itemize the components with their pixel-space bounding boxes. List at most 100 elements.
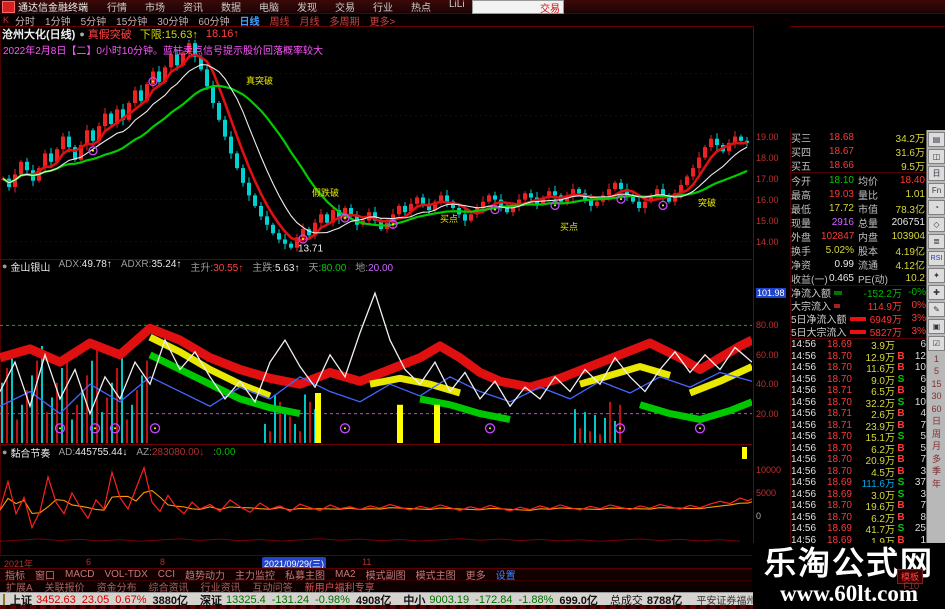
clock-icon[interactable]: ◔ <box>928 200 945 215</box>
quote-value: 10.2 <box>905 272 925 284</box>
main-candlestick-chart[interactable]: 真突破假跌破买点买点突破23.4513.71 <box>0 40 752 258</box>
quote-row: 净资 0.99 流通 4.12亿 <box>791 257 927 272</box>
period-shortcut-30[interactable]: 30 <box>931 392 941 401</box>
index-value: 9003.19 <box>429 593 470 606</box>
svg-text:13.71: 13.71 <box>298 244 323 255</box>
pen-icon[interactable]: ✎ <box>928 302 945 317</box>
menu-item-热点[interactable]: 热点 <box>402 0 440 14</box>
flow-meter <box>849 316 866 321</box>
trade-float-panel[interactable]: 交易 <box>472 0 564 15</box>
period-item-60分钟[interactable]: 60分钟 <box>198 13 229 28</box>
bid-label: 买五 <box>791 161 811 173</box>
bid-price: 18.66 <box>828 159 854 171</box>
quote-value: 4.19亿 <box>895 246 925 258</box>
tick-count: 5 <box>920 431 926 443</box>
tick-time: 14:56 <box>791 385 817 397</box>
quote-value: 18.10 <box>828 174 854 186</box>
period-item-更多>[interactable]: 更多> <box>370 13 396 28</box>
capture-icon[interactable]: ▣ <box>928 319 945 334</box>
diamond-icon[interactable]: ◇ <box>928 217 945 232</box>
quote-value: 4.12亿 <box>895 260 925 272</box>
tick-flag: S <box>897 488 905 500</box>
note-icon[interactable] <box>3 593 5 606</box>
period-shortcut-周[interactable]: 周 <box>932 429 941 439</box>
tick-count: 7 <box>920 500 926 512</box>
period-shortcut-月[interactable]: 月 <box>932 442 941 451</box>
period-shortcut-60[interactable]: 60 <box>931 404 941 414</box>
tick-flag: B <box>897 511 905 523</box>
date-label[interactable]: 11 <box>362 557 371 567</box>
index-value: -0.98% <box>315 593 350 606</box>
axis-label: 19.00 <box>756 131 779 142</box>
tick-flag: S <box>897 396 905 408</box>
quote-label: 股本 <box>858 246 878 258</box>
tick-time: 14:56 <box>791 339 817 351</box>
axis-label: 0 <box>756 511 762 521</box>
money-flow-row: 5日大宗流入 5827万 3% <box>791 325 927 339</box>
tick-flag: B <box>897 350 905 362</box>
menu-item-LiLi[interactable]: LiLi <box>440 0 474 14</box>
rsi-icon[interactable]: RSI <box>928 251 945 266</box>
period-shortcut-5[interactable]: 5 <box>934 367 939 376</box>
tick-price: 18.70 <box>826 350 852 362</box>
period-item-月线[interactable]: 月线 <box>300 13 320 28</box>
bid-row: 买五 18.66 9.5万 <box>791 158 927 173</box>
period-shortcut-季[interactable]: 季 <box>932 467 941 476</box>
status-bar: 上证 3452.63 23.05 0.67% 3880亿 深证 13325.4 -131.24… <box>0 592 776 607</box>
tick-count: 6 <box>920 373 926 385</box>
tick-flag: B <box>897 500 905 512</box>
check-icon[interactable]: ☑ <box>928 336 945 351</box>
quote-panel: 买三 18.68 34.2万 买四 18.67 31.6万 买五 18.66 9.5万 今开 18.… <box>790 130 927 548</box>
period-shortcut-1[interactable]: 1 <box>934 354 939 364</box>
tick-time: 14:56 <box>791 373 817 385</box>
tick-flag: S <box>897 477 905 489</box>
quote-value: 103904 <box>891 230 925 242</box>
list-icon[interactable]: ≣ <box>928 234 945 249</box>
svg-text:突破: 突破 <box>698 197 716 208</box>
tick-price: 18.70 <box>826 454 852 466</box>
mid-indicator-chart[interactable] <box>0 272 752 443</box>
period-item-周线[interactable]: 周线 <box>270 13 290 28</box>
tick-price: 18.70 <box>826 431 852 443</box>
bottom-indicator-chart[interactable] <box>0 445 752 553</box>
main-chart-header: 沧州大化(日线) ● 真假突破 下限:15.63↑ 18.16↑ <box>2 27 752 41</box>
extension-tabs-row: 扩展A 关联报价 资金分布 综合资讯 行业资讯 互动问答 新用户福利专享 <box>0 580 752 594</box>
move-icon[interactable]: ✚ <box>928 285 945 300</box>
date-label[interactable]: 8 <box>160 557 165 567</box>
tick-time: 14:56 <box>791 431 817 443</box>
fn-icon[interactable]: Fn <box>928 183 945 198</box>
quote-row: 外盘 102847 内盘 103904 <box>791 229 927 244</box>
star-icon[interactable]: ✦ <box>928 268 945 283</box>
date-label[interactable]: 6 <box>86 557 91 567</box>
period-shortcut-多[interactable]: 多 <box>932 454 941 464</box>
quote-label: 最高 <box>791 190 811 202</box>
kline-icon[interactable]: K <box>3 15 9 25</box>
quote-row: 收益(一) 0.465 PE(动) 10.2 <box>791 271 927 286</box>
tick-price: 18.70 <box>826 500 852 512</box>
tick-count: 7 <box>920 419 926 431</box>
trade-button[interactable]: 交易 <box>540 0 560 15</box>
period-item-日线[interactable]: 日线 <box>240 13 260 28</box>
tick-flag: B <box>897 465 905 477</box>
period-shortcut-日[interactable]: 日 <box>932 417 941 426</box>
quote-row: 最低 17.72 市值 78.3亿 <box>791 201 927 216</box>
bottom-indicator-name[interactable]: 黏合节奏 <box>10 445 50 460</box>
tick-count: 5 <box>920 442 926 454</box>
bid-price: 18.67 <box>828 145 854 157</box>
axis-label: 40.00 <box>756 379 779 390</box>
quote-label: 今开 <box>791 176 811 188</box>
window-icon[interactable]: ◫ <box>928 149 945 164</box>
tick-price: 18.69 <box>826 339 852 351</box>
panel-icon[interactable]: ▤ <box>928 132 945 147</box>
f10-label[interactable]: F10 <box>903 581 919 591</box>
tick-time: 14:56 <box>791 454 817 466</box>
period-item-多周期[interactable]: 多周期 <box>330 13 360 28</box>
period-shortcut-年[interactable]: 年 <box>932 479 941 489</box>
calendar-icon[interactable]: 日 <box>928 166 945 181</box>
period-shortcut-15[interactable]: 15 <box>931 379 941 389</box>
svg-text:假跌破: 假跌破 <box>312 187 339 198</box>
tick-flag: B <box>897 408 905 420</box>
index-value: 0.67% <box>115 593 147 606</box>
tick-time: 14:56 <box>791 362 817 374</box>
quote-label: 最低 <box>791 204 811 216</box>
